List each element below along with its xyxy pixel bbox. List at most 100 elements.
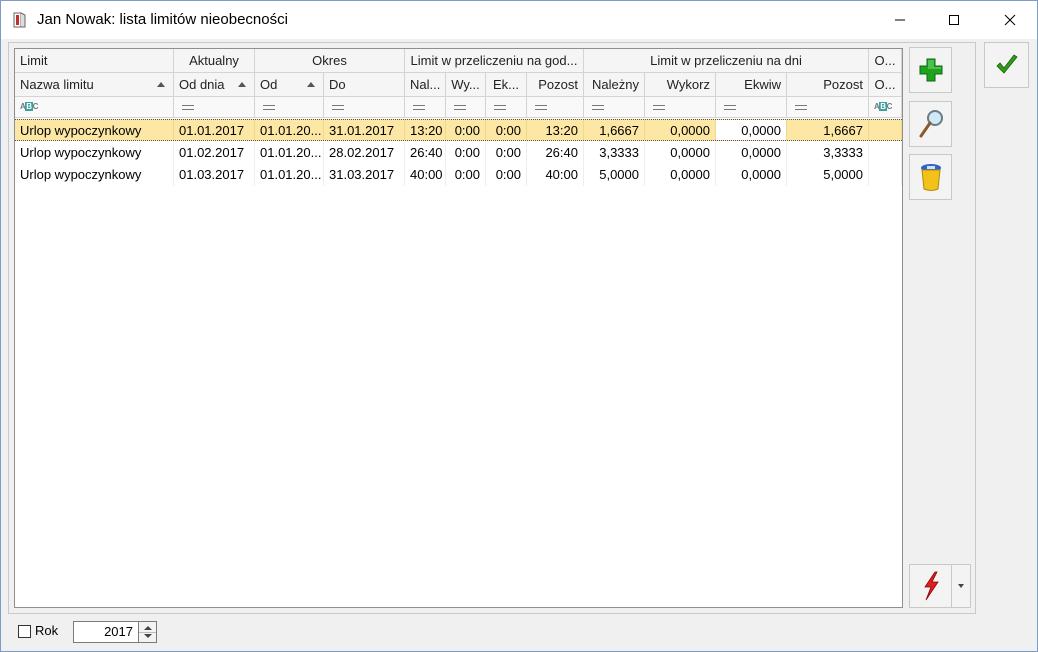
cell-pozost-godz: 40:00 [527, 164, 584, 186]
filter-cell[interactable] [255, 97, 324, 117]
equals-filter-icon [454, 105, 466, 110]
actions-button[interactable] [909, 564, 952, 608]
group-header-dni[interactable]: Limit w przeliczeniu na dni [584, 49, 869, 72]
cell-nazwa: Urlop wypoczynkowy [15, 164, 174, 186]
table-row[interactable]: Urlop wypoczynkowy 01.03.2017 01.01.20..… [15, 164, 902, 186]
year-spinner[interactable] [138, 621, 157, 643]
group-header-okres[interactable]: Okres [255, 49, 405, 72]
cell-wyk-godz: 0:00 [446, 120, 486, 140]
group-header-aktualny[interactable]: Aktualny [174, 49, 255, 72]
cell-ekwiw: 0,0000 [716, 164, 787, 186]
add-button[interactable] [909, 47, 952, 93]
cell-nalezny: 3,3333 [584, 142, 645, 164]
column-header-do[interactable]: Do [324, 73, 405, 96]
year-input[interactable]: 2017 [73, 621, 139, 643]
column-header-nal-godz[interactable]: Nal... [405, 73, 446, 96]
spin-down-icon[interactable] [144, 634, 152, 638]
cell-wykorz: 0,0000 [645, 164, 716, 186]
rok-checkbox[interactable] [18, 625, 31, 638]
sort-asc-icon [307, 82, 315, 87]
filter-cell[interactable] [716, 97, 787, 117]
column-header-nalezny[interactable]: Należny [584, 73, 645, 96]
cell-ekwiw[interactable]: 0,0000 [716, 120, 787, 140]
cell-pozost-dni: 5,0000 [787, 164, 869, 186]
table-row[interactable]: Urlop wypoczynkowy 01.02.2017 01.01.20..… [15, 142, 902, 164]
limits-grid[interactable]: Limit Aktualny Okres Limit w przeliczeni… [14, 48, 903, 608]
equals-filter-icon [535, 105, 547, 110]
filter-cell-other[interactable]: ABC [869, 97, 902, 117]
table-row[interactable]: Urlop wypoczynkowy 01.01.2017 01.01.20..… [15, 119, 902, 141]
lightning-icon [923, 571, 939, 601]
cell-pozost-dni: 1,6667 [787, 120, 869, 140]
trash-icon [920, 164, 941, 191]
ok-button[interactable] [984, 42, 1029, 88]
equals-filter-icon [182, 105, 194, 110]
equals-filter-icon [494, 105, 506, 110]
filter-cell[interactable] [486, 97, 527, 117]
column-header-wykorz[interactable]: Wykorz [645, 73, 716, 96]
cell-do: 28.02.2017 [324, 142, 405, 164]
column-header-label: Od dnia [179, 77, 225, 92]
filter-cell[interactable] [584, 97, 645, 117]
cell-ekw-godz: 0:00 [486, 164, 527, 186]
column-header-od[interactable]: Od [255, 73, 324, 96]
cell-other [869, 142, 902, 164]
group-header-limit[interactable]: Limit [15, 49, 174, 72]
close-icon [1004, 14, 1016, 26]
group-header-row: Limit Aktualny Okres Limit w przeliczeni… [15, 49, 902, 73]
filter-cell[interactable] [174, 97, 255, 117]
cell-ekw-godz: 0:00 [486, 142, 527, 164]
filter-cell-nazwa[interactable]: ABC [15, 97, 174, 117]
chevron-down-icon [958, 584, 964, 588]
cell-wykorz: 0,0000 [645, 120, 716, 140]
sort-asc-icon [238, 82, 246, 87]
equals-filter-icon [592, 105, 604, 110]
maximize-icon [949, 15, 959, 25]
window: Jan Nowak: lista limitów nieobecności Li… [0, 0, 1038, 652]
cell-nazwa: Urlop wypoczynkowy [15, 142, 174, 164]
edit-button[interactable] [909, 101, 952, 147]
cell-pozost-godz: 26:40 [527, 142, 584, 164]
column-header-pozost-dni[interactable]: Pozost [787, 73, 869, 96]
column-header-ekwiw[interactable]: Ekwiw [716, 73, 787, 96]
filter-cell[interactable] [645, 97, 716, 117]
maximize-button[interactable] [931, 1, 977, 39]
filter-cell[interactable] [405, 97, 446, 117]
column-header-label: Od [260, 77, 278, 92]
cell-pozost-dni: 3,3333 [787, 142, 869, 164]
column-header-ekw-godz[interactable]: Ek... [486, 73, 527, 96]
cell-nal-godz: 40:00 [405, 164, 446, 186]
plus-icon [919, 58, 942, 82]
column-header-pozost-godz[interactable]: Pozost [527, 73, 584, 96]
column-header-label: Nazwa limitu [20, 77, 94, 92]
filter-cell[interactable] [446, 97, 486, 117]
delete-button[interactable] [909, 154, 952, 200]
cell-od: 01.01.20... [255, 142, 324, 164]
column-header-other[interactable]: O... [869, 73, 902, 96]
cell-ekwiw: 0,0000 [716, 142, 787, 164]
column-header-row: Nazwa limitu Od dnia Od Do Nal... Wy... … [15, 73, 902, 97]
group-header-other[interactable]: O... [869, 49, 902, 72]
equals-filter-icon [332, 105, 344, 110]
column-header-wyk-godz[interactable]: Wy... [446, 73, 486, 96]
actions-dropdown-button[interactable] [952, 564, 971, 608]
filter-cell[interactable] [527, 97, 584, 117]
filter-cell[interactable] [324, 97, 405, 117]
checkmark-icon [995, 54, 1018, 74]
column-header-od-dnia[interactable]: Od dnia [174, 73, 255, 96]
text-filter-icon: ABC [874, 102, 892, 111]
rok-label: Rok [35, 623, 59, 638]
cell-do: 31.03.2017 [324, 164, 405, 186]
cell-nal-godz: 13:20 [405, 120, 446, 140]
cell-od-dnia: 01.02.2017 [174, 142, 255, 164]
filter-cell[interactable] [787, 97, 869, 117]
minimize-button[interactable] [877, 1, 923, 39]
cell-nalezny: 5,0000 [584, 164, 645, 186]
group-header-godziny[interactable]: Limit w przeliczeniu na god... [405, 49, 584, 72]
spin-up-icon[interactable] [144, 626, 152, 630]
close-button[interactable] [987, 1, 1033, 39]
magnifier-icon [919, 110, 943, 138]
column-header-nazwa[interactable]: Nazwa limitu [15, 73, 174, 96]
filter-row: ABC ABC [15, 97, 902, 118]
equals-filter-icon [724, 105, 736, 110]
